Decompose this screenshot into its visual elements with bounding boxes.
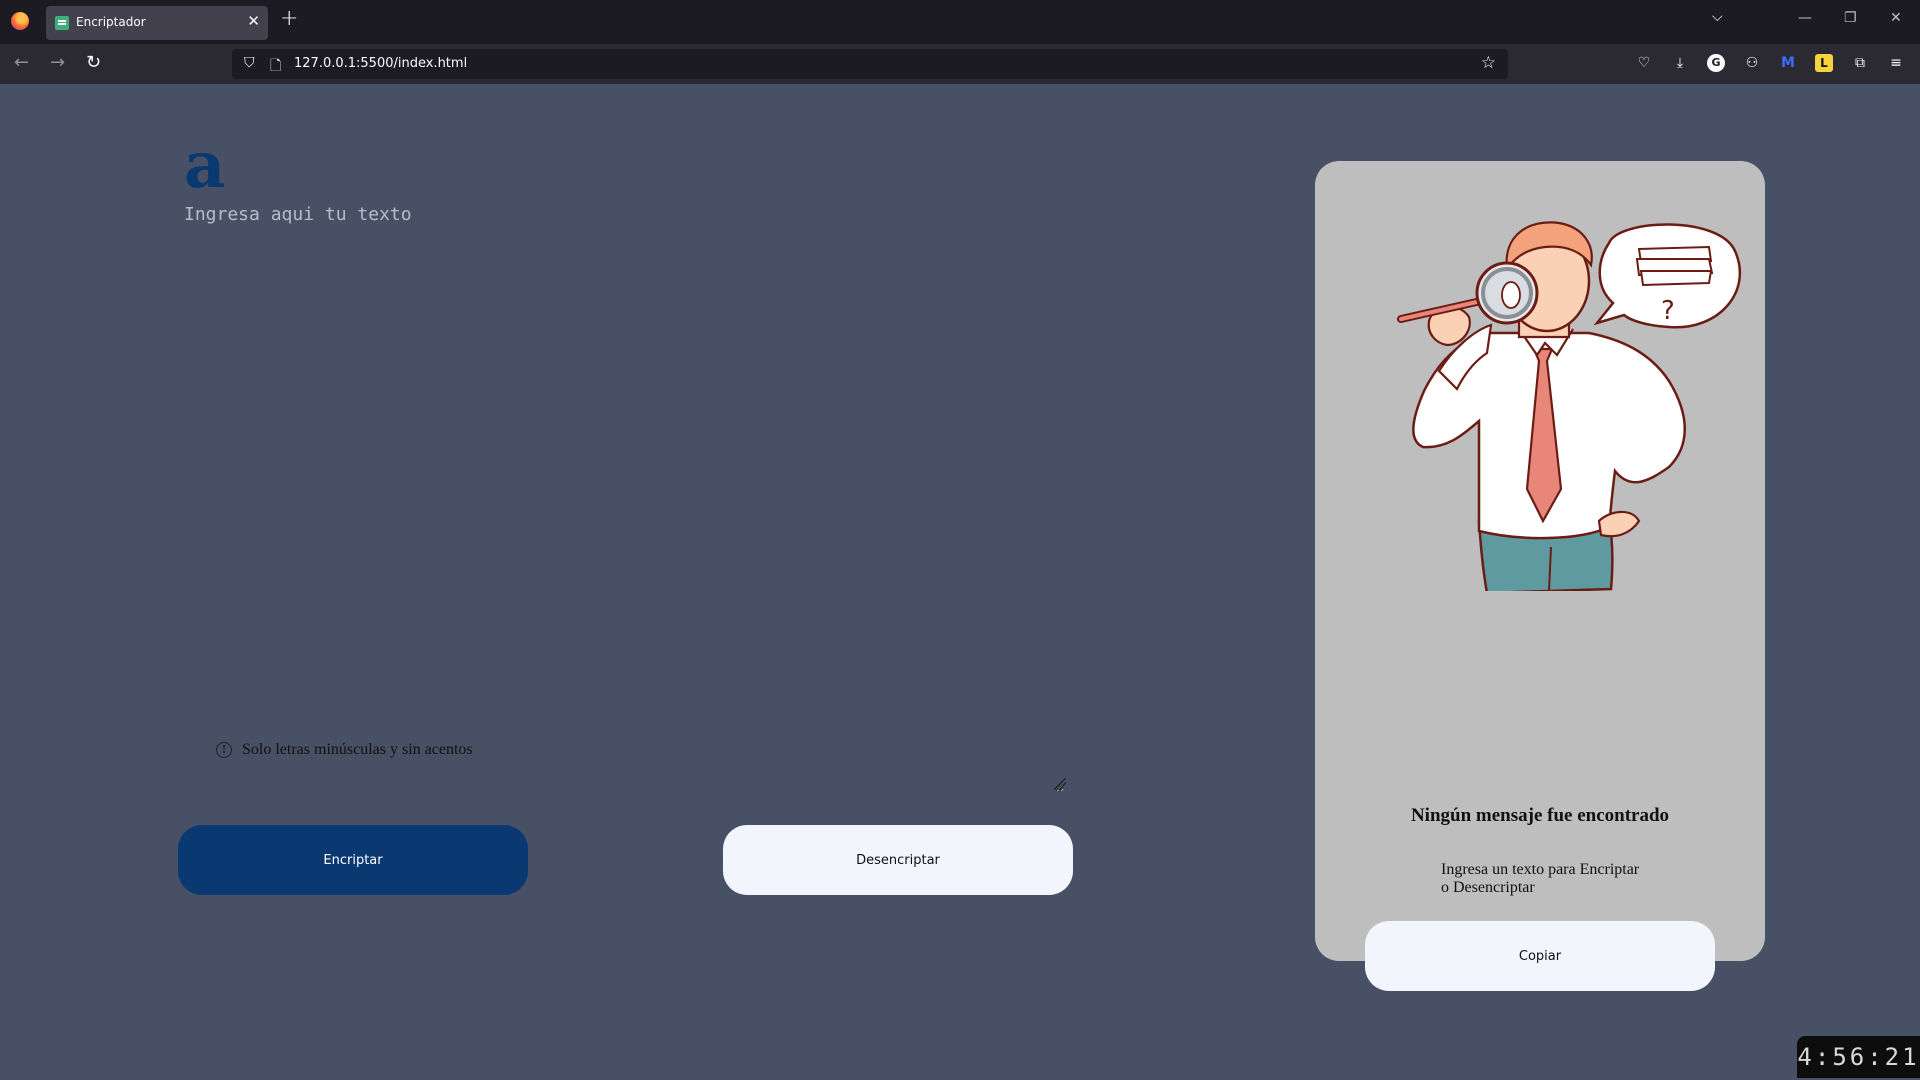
svg-text:?: ?	[1661, 296, 1675, 326]
downloads-icon[interactable]: ⤓	[1671, 54, 1689, 72]
shield-icon[interactable]: ⛉	[244, 55, 255, 71]
list-all-tabs-icon[interactable]: ⌵	[1712, 9, 1723, 25]
browser-nav-bar: ← → ↻ ⛉ 🗋 127.0.0.1:5500/index.html ☆ ♡ …	[0, 44, 1920, 84]
firefox-logo-icon[interactable]	[11, 12, 29, 30]
panel-subtitle-line2: o Desencriptar	[1441, 879, 1535, 896]
copy-button[interactable]: Copiar	[1365, 921, 1715, 991]
new-tab-icon[interactable]: +	[280, 6, 298, 31]
forward-icon[interactable]: →	[50, 52, 65, 73]
tab-close-icon[interactable]: ✕	[247, 12, 260, 30]
pocket-icon[interactable]: ♡	[1635, 54, 1653, 72]
text-input[interactable]	[184, 204, 1064, 792]
page-info-icon[interactable]: 🗋	[270, 55, 281, 79]
info-icon: !	[216, 742, 232, 758]
grammarly-extension-icon[interactable]: G	[1707, 54, 1725, 72]
bookmark-star-icon[interactable]: ☆	[1481, 53, 1496, 73]
reload-icon[interactable]: ↻	[86, 52, 101, 73]
man-with-magnifying-glass-icon: ?	[1397, 221, 1741, 591]
url-text[interactable]: 127.0.0.1:5500/index.html	[294, 56, 467, 71]
input-notice: ! Solo letras minúsculas y sin acentos	[216, 740, 473, 760]
restore-icon[interactable]: ❐	[1844, 10, 1857, 26]
close-window-icon[interactable]: ✕	[1890, 10, 1902, 26]
tab-favicon-icon	[55, 16, 69, 30]
encrypt-button[interactable]: Encriptar	[178, 825, 528, 895]
page-body: a ! Solo letras minúsculas y sin acentos…	[0, 84, 1920, 1080]
panel-title: Ningún mensaje fue encontrado	[1410, 805, 1670, 826]
panel-subtitle: Ingresa un texto para Encriptar o Desenc…	[1441, 861, 1661, 897]
browser-tab-bar: Encriptador ✕ + ⌵ — ❐ ✕	[0, 0, 1920, 44]
back-icon[interactable]: ←	[14, 52, 29, 73]
notice-text: Solo letras minúsculas y sin acentos	[242, 741, 473, 758]
minimize-icon[interactable]: —	[1798, 10, 1812, 26]
browser-tab[interactable]: Encriptador ✕	[46, 6, 268, 40]
hamburger-menu-icon[interactable]: ≡	[1887, 54, 1905, 72]
url-bar[interactable]: ⛉ 🗋 127.0.0.1:5500/index.html ☆	[232, 49, 1508, 79]
extension-m-icon[interactable]: M	[1779, 54, 1797, 72]
clock-overlay: 4:56:21	[1797, 1036, 1920, 1078]
logo: a	[184, 128, 226, 203]
extensions-puzzle-icon[interactable]: ⧉	[1851, 54, 1869, 72]
textarea-resize-handle[interactable]	[1054, 778, 1066, 790]
tab-title: Encriptador	[76, 15, 146, 29]
extension-l-icon[interactable]: L	[1815, 54, 1833, 72]
panel-subtitle-line1: Ingresa un texto para Encriptar	[1441, 861, 1640, 878]
result-panel: ? Ningún mensaje fue encontrado Ingresa …	[1315, 161, 1765, 991]
extension-glasses-icon[interactable]: ⚇	[1743, 54, 1761, 72]
decrypt-button[interactable]: Desencriptar	[723, 825, 1073, 895]
